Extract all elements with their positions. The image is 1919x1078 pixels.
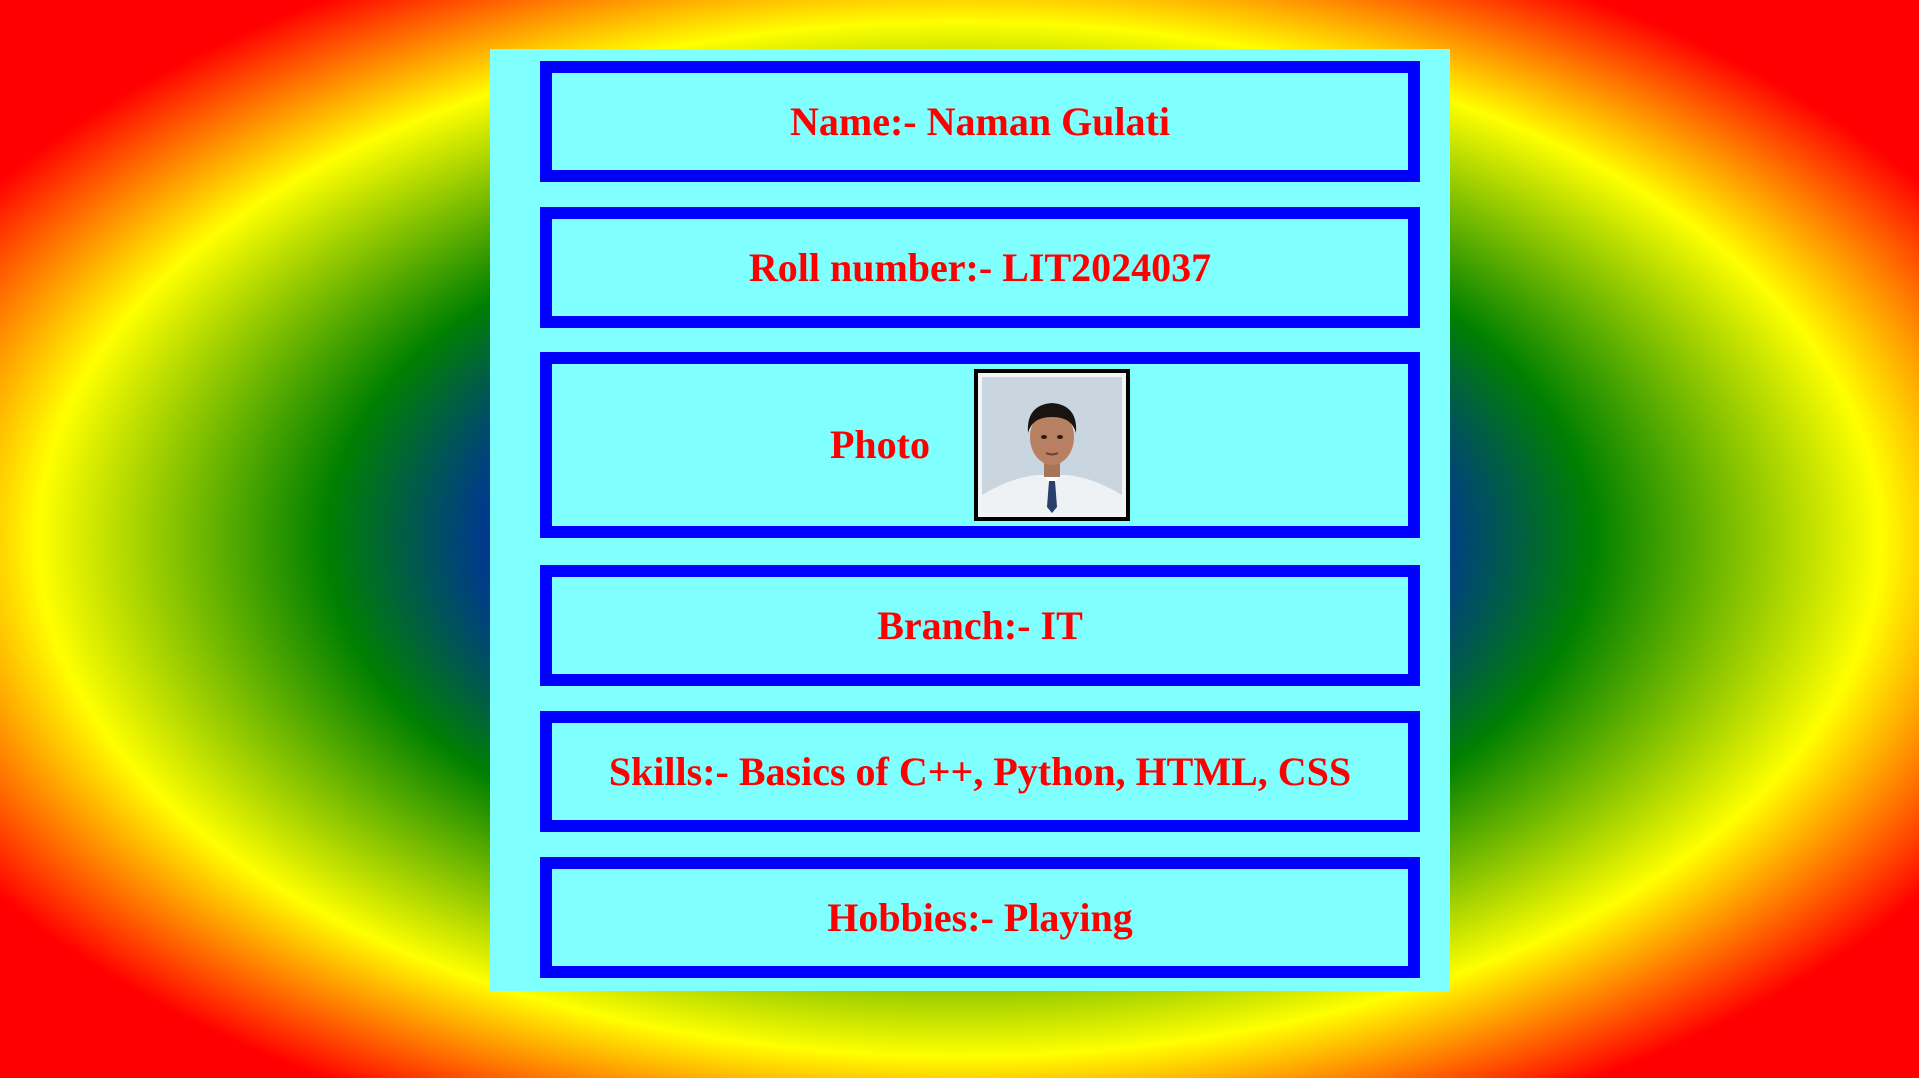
- roll-number-text: Roll number:- LIT2024037: [748, 244, 1212, 290]
- profile-card: Name:- Naman Gulati Roll number:- LIT202…: [490, 49, 1450, 991]
- skills-text: Skills:- Basics of C++, Python, HTML, CS…: [608, 748, 1352, 794]
- hobbies-row: Hobbies:- Playing: [540, 857, 1420, 978]
- branch-row: Branch:- IT: [540, 565, 1420, 686]
- name-text: Name:- Naman Gulati: [790, 98, 1170, 144]
- branch-text: Branch:- IT: [877, 602, 1083, 648]
- profile-photo: [974, 369, 1130, 521]
- skills-row: Skills:- Basics of C++, Python, HTML, CS…: [540, 711, 1420, 832]
- name-row: Name:- Naman Gulati: [540, 61, 1420, 182]
- roll-number-row: Roll number:- LIT2024037: [540, 207, 1420, 328]
- hobbies-text: Hobbies:- Playing: [827, 894, 1133, 940]
- person-portrait-icon: [982, 377, 1122, 513]
- photo-row: Photo: [540, 352, 1420, 538]
- photo-label: Photo: [830, 422, 930, 467]
